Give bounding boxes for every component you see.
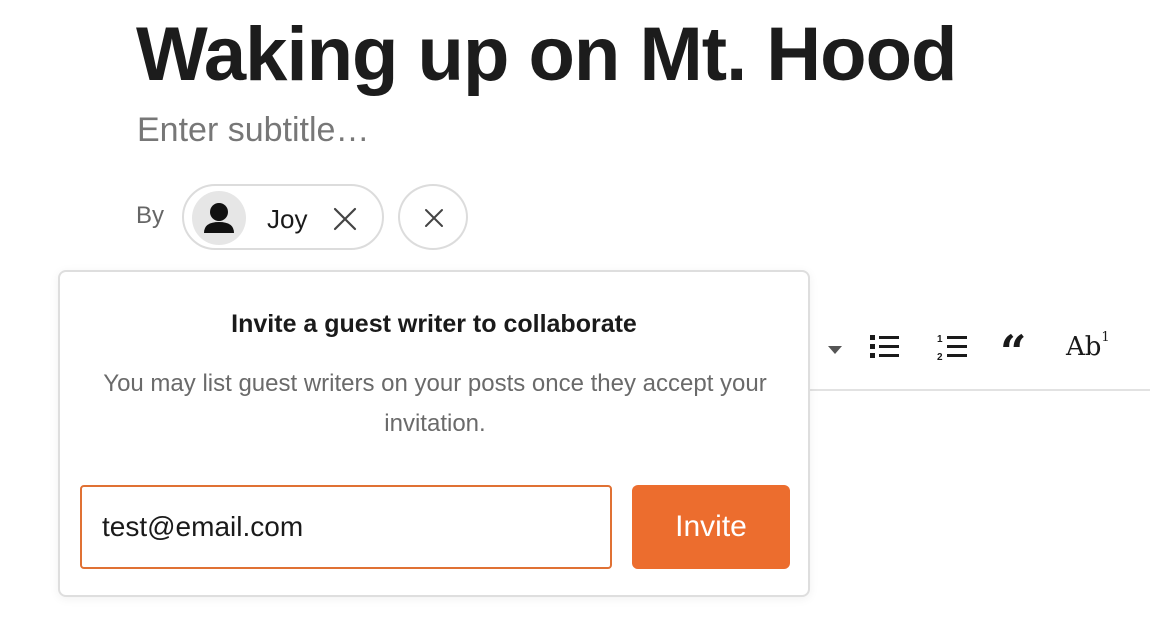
remove-author-icon[interactable]: [332, 206, 358, 232]
author-name: Joy: [267, 204, 308, 234]
close-icon[interactable]: [398, 184, 468, 250]
text-style-label: Ab: [1066, 332, 1102, 362]
popover-heading: Invite a guest writer to collaborate: [231, 310, 637, 338]
subtitle-placeholder[interactable]: Enter subtitle…: [137, 110, 369, 150]
blockquote-glyph: “: [1000, 325, 1027, 379]
post-title[interactable]: Waking up on Mt. Hood: [136, 10, 957, 100]
blockquote-icon[interactable]: “: [1000, 328, 1026, 376]
author-chip[interactable]: Joy: [182, 184, 384, 250]
toolbar-divider: [800, 389, 1150, 391]
popover-description: You may list guest writers on your posts…: [103, 370, 767, 437]
person-silhouette-icon: [192, 191, 246, 245]
text-style-superscript: 1: [1101, 330, 1110, 346]
by-label: By: [136, 202, 165, 229]
svg-text:1: 1: [937, 334, 943, 345]
chevron-down-icon: [828, 346, 842, 354]
guest-email-input[interactable]: [80, 485, 612, 569]
bulleted-list-icon[interactable]: [868, 332, 902, 380]
text-style-icon[interactable]: Ab1: [1066, 330, 1110, 380]
invite-guest-popover: Invite a guest writer to collaborate You…: [58, 270, 810, 597]
numbered-list-icon[interactable]: 1 2: [936, 332, 970, 380]
editor-toolbar: . 1 2 “ Ab1: [800, 324, 1150, 376]
invite-button[interactable]: Invite: [632, 485, 790, 569]
svg-text:2: 2: [937, 352, 943, 362]
